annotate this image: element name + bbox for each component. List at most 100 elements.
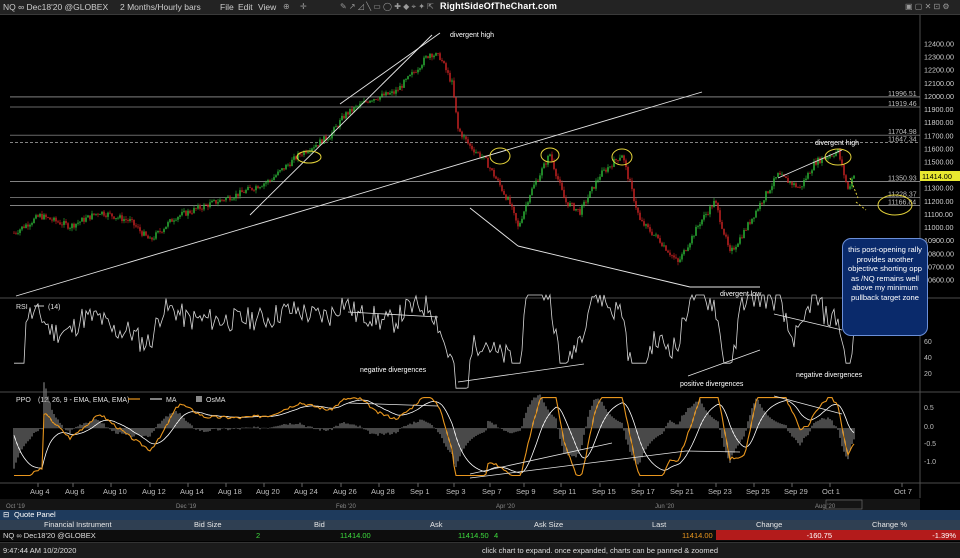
level-label: 11919.46 bbox=[888, 101, 917, 108]
ppo-tick-4: -1.0 bbox=[924, 459, 936, 466]
x-axis-label: Oct 1 bbox=[822, 487, 840, 496]
horizontal-levels: 11996.5111919.4611704.9811647.3411350.93… bbox=[10, 91, 920, 207]
ppo-osma-label: OsMA bbox=[206, 397, 226, 404]
projection-arrows bbox=[850, 178, 866, 210]
x-axis-label: Sep 3 bbox=[446, 487, 466, 496]
price-axis-label: 10800.00 bbox=[924, 249, 954, 258]
brand-logo: RightSideOfTheChart.com bbox=[440, 1, 557, 11]
zoom-icon[interactable]: ⊕ bbox=[283, 2, 290, 11]
symbol-selector[interactable]: NQ ∞ Dec18'20 @GLOBEX bbox=[3, 2, 108, 12]
col-header-change-pct[interactable]: Change % bbox=[872, 520, 907, 529]
rsi-line bbox=[14, 295, 854, 388]
x-axis-label: Sep 7 bbox=[482, 487, 502, 496]
price-axis-label: 11600.00 bbox=[924, 144, 953, 153]
col-header-instrument[interactable]: Financial Instrument bbox=[44, 520, 112, 529]
status-timestamp: 9:47:44 AM 10/2/2020 bbox=[3, 546, 76, 555]
x-axis-label: Sep 23 bbox=[708, 487, 732, 496]
rsi-title: RSI bbox=[16, 304, 28, 311]
level-label: 11996.51 bbox=[888, 91, 917, 98]
col-header-change[interactable]: Change bbox=[756, 520, 782, 529]
cell-change-pct: -1.39% bbox=[836, 530, 960, 540]
price-axis-label: 11800.00 bbox=[924, 118, 953, 127]
note-rsi-pos: positive divergences bbox=[680, 381, 744, 388]
level-label: 11350.93 bbox=[888, 176, 917, 183]
quote-panel-titlebar: ⊟ Quote Panel bbox=[0, 510, 960, 520]
col-header-bid-size[interactable]: Bid Size bbox=[194, 520, 222, 529]
menu-file[interactable]: File bbox=[220, 2, 234, 12]
col-header-bid[interactable]: Bid bbox=[314, 520, 325, 529]
quote-panel-title: Quote Panel bbox=[14, 510, 56, 519]
x-axis-label: Sep 17 bbox=[631, 487, 655, 496]
note-rsi-neg-1: negative divergences bbox=[360, 367, 427, 374]
menu-edit[interactable]: Edit bbox=[238, 2, 253, 12]
price-axis-label: 12100.00 bbox=[924, 79, 954, 88]
x-axis-label: Aug 4 bbox=[30, 487, 50, 496]
last-price-value: 11414.00 bbox=[922, 172, 952, 181]
cell-last: 11414.00 bbox=[682, 531, 713, 540]
price-axis-label: 12300.00 bbox=[924, 53, 954, 62]
x-axis-label: Aug 6 bbox=[65, 487, 85, 496]
x-axis-label: Aug 12 bbox=[142, 487, 166, 496]
price-axis: 12400.0012300.0012200.0012100.0012000.00… bbox=[924, 40, 954, 285]
rsi-tick-60: 60 bbox=[924, 339, 932, 346]
note-divergent-high-2: divergent high bbox=[815, 140, 859, 147]
rsi-panel: RSI (14) 60 40 20 negative divergences p… bbox=[14, 295, 932, 388]
x-axis-label: Oct 7 bbox=[894, 487, 912, 496]
col-header-last[interactable]: Last bbox=[652, 520, 666, 529]
note-rsi-neg-2: negative divergences bbox=[796, 372, 863, 379]
col-header-ask[interactable]: Ask bbox=[430, 520, 443, 529]
trendlines bbox=[16, 33, 842, 296]
price-axis-label: 11700.00 bbox=[924, 131, 953, 140]
price-axis-label: 10700.00 bbox=[924, 262, 954, 271]
x-axis-label: Aug 24 bbox=[294, 487, 318, 496]
x-axis-label: Sep 25 bbox=[746, 487, 770, 496]
quote-panel-toggle-icon[interactable]: ⊟ bbox=[3, 510, 9, 519]
level-label: 11704.98 bbox=[888, 129, 917, 136]
rsi-tick-20: 20 bbox=[924, 371, 932, 378]
price-axis-label: 11500.00 bbox=[924, 158, 953, 167]
x-axis-label: Sep 9 bbox=[516, 487, 536, 496]
price-axis-label: 11100.00 bbox=[924, 210, 953, 219]
cell-bid-size: 2 bbox=[256, 531, 260, 540]
ppo-tick-1: 0.5 bbox=[924, 405, 934, 412]
status-hint: click chart to expand. once expanded, ch… bbox=[482, 546, 718, 555]
crosshair-icon[interactable]: ✛ bbox=[300, 2, 307, 11]
menu-view[interactable]: View bbox=[258, 2, 276, 12]
ppo-ma-label: MA bbox=[166, 397, 177, 404]
x-axis-label: Aug 10 bbox=[103, 487, 127, 496]
chart-toolbar: NQ ∞ Dec18'20 @GLOBEX 2 Months/Hourly ba… bbox=[0, 0, 960, 15]
price-axis-label: 11200.00 bbox=[924, 197, 953, 206]
price-axis-label: 10600.00 bbox=[924, 276, 954, 285]
window-controls-icon[interactable]: ▣ ▢ ✕ ⊡ ⚙ bbox=[905, 2, 950, 11]
overview-strip[interactable]: Oct '19Dec '19Feb '20Apr '20Jun '20Aug '… bbox=[0, 499, 920, 510]
osma-histogram bbox=[13, 382, 854, 468]
price-axis-label: 11000.00 bbox=[924, 223, 953, 232]
x-axis-label: Aug 28 bbox=[371, 487, 395, 496]
rsi-param: (14) bbox=[48, 304, 60, 311]
ppo-param: (12, 26, 9 - EMA, EMA, EMA) bbox=[38, 397, 129, 404]
x-axis-label: Aug 18 bbox=[218, 487, 242, 496]
x-axis-label: Sep 11 bbox=[553, 487, 576, 496]
cell-change: -160.75 bbox=[716, 530, 836, 540]
candlesticks bbox=[13, 52, 854, 265]
price-axis-label: 11300.00 bbox=[924, 184, 953, 193]
ppo-tick-3: -0.5 bbox=[924, 441, 936, 448]
cell-ask-size: 4 bbox=[494, 531, 498, 540]
col-header-ask-size[interactable]: Ask Size bbox=[534, 520, 563, 529]
cell-bid: 11414.00 bbox=[340, 531, 371, 540]
table-row[interactable]: NQ ∞ Dec18'20 @GLOBEX 2 11414.00 11414.5… bbox=[0, 530, 960, 541]
x-axis-label: Aug 14 bbox=[180, 487, 204, 496]
ppo-tick-2: 0.0 bbox=[924, 424, 934, 431]
price-chart[interactable]: 11996.5111919.4611704.9811647.3411350.93… bbox=[0, 15, 960, 510]
x-axis-label: Aug 20 bbox=[256, 487, 280, 496]
price-axis-label: 12400.00 bbox=[924, 40, 954, 49]
note-divergent-high-1: divergent high bbox=[450, 32, 494, 39]
draw-tools-icon[interactable]: ✎ ↗ ◿ ╲ ▭ ◯ ✚ ◆ ⌖ ✦ ⇱ bbox=[340, 2, 434, 12]
time-axis: Aug 4 Aug 6 Aug 10 Aug 12 Aug 14 Aug 18 Aug 20… bbox=[30, 483, 912, 496]
x-axis-label: Sep 29 bbox=[784, 487, 808, 496]
period-selector[interactable]: 2 Months/Hourly bars bbox=[120, 2, 201, 12]
price-axis-label: 12000.00 bbox=[924, 92, 954, 101]
price-axis-label: 10900.00 bbox=[924, 236, 954, 245]
ppo-panel: PPO (12, 26, 9 - EMA, EMA, EMA) MA OsMA … bbox=[13, 382, 936, 478]
cell-ask: 11414.50 bbox=[458, 531, 489, 540]
